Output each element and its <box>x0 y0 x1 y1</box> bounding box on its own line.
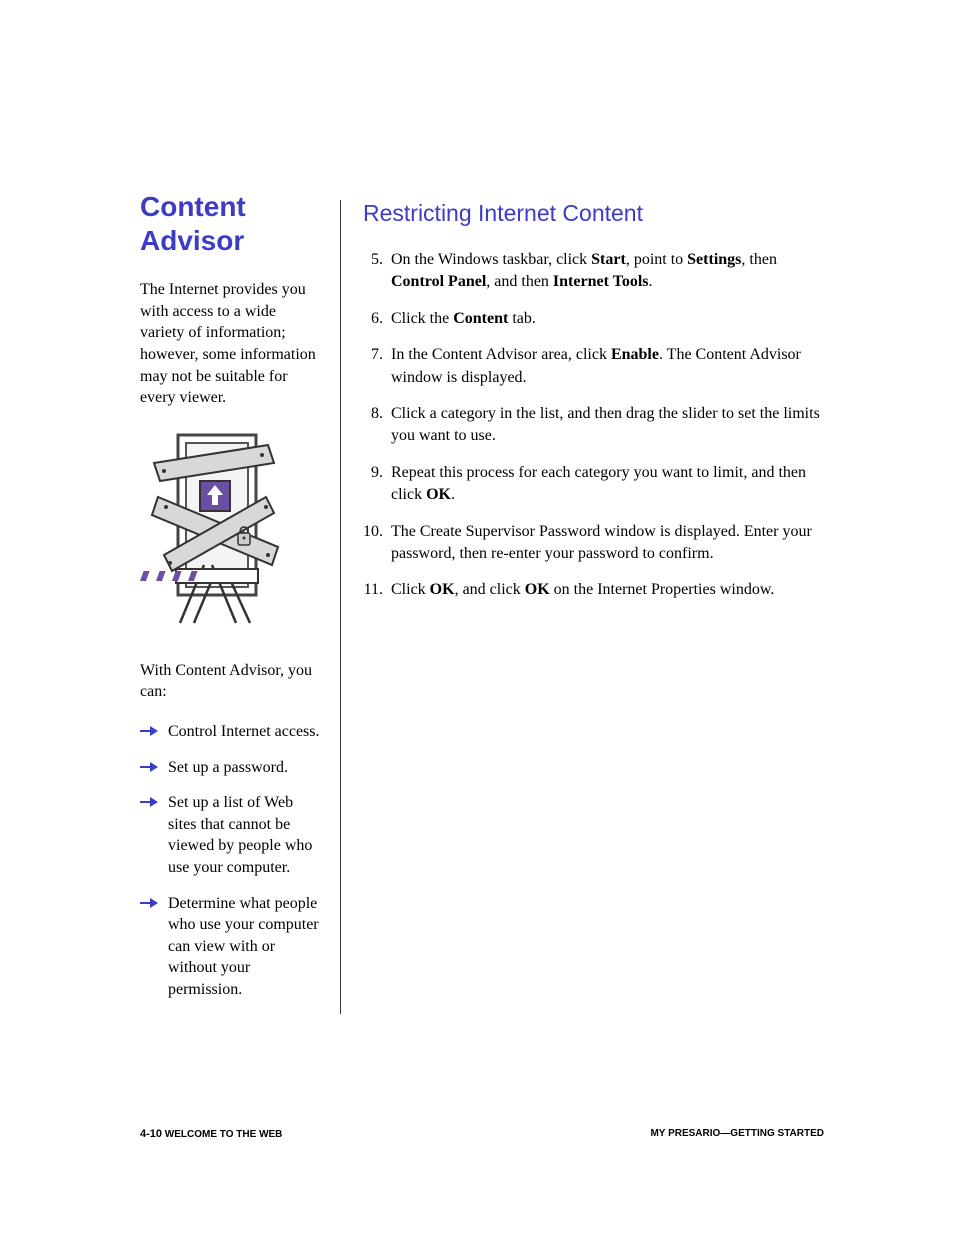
sidebar-intro: The Internet provides you with access to… <box>140 279 322 409</box>
bullet-text: Determine what people who use your compu… <box>168 895 319 998</box>
sidebar-bullet-list: Control Internet access. Set up a passwo… <box>140 721 322 1001</box>
step-text: Click OK, and click OK on the Internet P… <box>391 581 774 598</box>
step-number: 10. <box>353 521 383 543</box>
bullet-text: Control Internet access. <box>168 723 320 740</box>
sidebar-lead: With Content Advisor, you can: <box>140 660 322 703</box>
step-text: Click a category in the list, and then d… <box>391 405 820 444</box>
page-footer: 4-10 WELCOME TO THE WEB MY PRESARIO—GETT… <box>140 1128 824 1140</box>
list-item: Set up a list of Web sites that cannot b… <box>140 792 322 878</box>
step-text: Click the Content tab. <box>391 310 536 327</box>
list-item: Set up a password. <box>140 757 322 779</box>
bullet-text: Set up a password. <box>168 759 288 776</box>
step-item: 9. Repeat this process for each category… <box>363 462 824 507</box>
main-heading: Restricting Internet Content <box>363 200 824 227</box>
list-item: Determine what people who use your compu… <box>140 893 322 1001</box>
main-column: Restricting Internet Content 5. On the W… <box>341 190 824 1014</box>
boarded-door-illustration <box>140 427 322 632</box>
step-item: 8. Click a category in the list, and the… <box>363 403 824 448</box>
sidebar-title: Content Advisor <box>140 190 322 257</box>
step-number: 9. <box>353 462 383 484</box>
step-text: In the Content Advisor area, click Enabl… <box>391 346 801 385</box>
bullet-text: Set up a list of Web sites that cannot b… <box>168 794 312 876</box>
section-title-left: WELCOME TO THE WEB <box>162 1129 282 1140</box>
step-text: Repeat this process for each category yo… <box>391 464 806 503</box>
sidebar-column: Content Advisor The Internet provides yo… <box>140 190 340 1014</box>
step-number: 11. <box>353 579 383 601</box>
step-number: 8. <box>353 403 383 425</box>
step-item: 10. The Create Supervisor Password windo… <box>363 521 824 566</box>
steps-list: 5. On the Windows taskbar, click Start, … <box>363 249 824 602</box>
step-number: 6. <box>353 308 383 330</box>
step-item: 7. In the Content Advisor area, click En… <box>363 344 824 389</box>
step-number: 7. <box>353 344 383 366</box>
step-item: 6. Click the Content tab. <box>363 308 824 330</box>
arrow-icon <box>140 760 158 774</box>
list-item: Control Internet access. <box>140 721 322 743</box>
step-item: 11. Click OK, and click OK on the Intern… <box>363 579 824 601</box>
page-number: 4-10 <box>140 1128 162 1140</box>
arrow-icon <box>140 724 158 738</box>
footer-left: 4-10 WELCOME TO THE WEB <box>140 1128 282 1140</box>
page-content: Content Advisor The Internet provides yo… <box>0 0 954 1014</box>
arrow-icon <box>140 795 158 809</box>
step-item: 5. On the Windows taskbar, click Start, … <box>363 249 824 294</box>
footer-right: MY PRESARIO—GETTING STARTED <box>650 1128 824 1140</box>
step-text: The Create Supervisor Password window is… <box>391 523 812 562</box>
arrow-icon <box>140 896 158 910</box>
step-number: 5. <box>353 249 383 271</box>
step-text: On the Windows taskbar, click Start, poi… <box>391 251 777 290</box>
